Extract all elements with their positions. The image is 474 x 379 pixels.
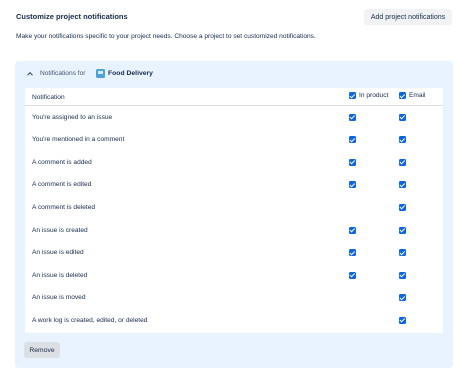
in-product-checkbox[interactable] (349, 136, 356, 144)
notification-label: An issue is created (32, 226, 88, 234)
in-product-checkbox[interactable] (349, 226, 356, 234)
email-checkbox[interactable] (399, 249, 406, 257)
email-checkbox[interactable] (399, 136, 406, 144)
table-header: Notification In product Email (25, 88, 443, 106)
add-project-notifications-button[interactable]: Add project notifications (364, 9, 452, 25)
in-product-checkbox[interactable] (349, 113, 356, 121)
chevron-up-icon[interactable] (26, 70, 34, 78)
notification-label: You're mentioned in a comment (32, 136, 125, 144)
notifications-table: Notification In product Email You're ass… (25, 88, 443, 333)
in-product-checkbox[interactable] (349, 158, 356, 166)
email-checkbox[interactable] (399, 203, 406, 211)
select-all-in-product-checkbox[interactable] (349, 92, 356, 99)
table-row: You're mentioned in a comment (25, 129, 443, 152)
remove-button[interactable]: Remove (24, 342, 60, 358)
table-row: You're assigned to an issue (25, 107, 443, 130)
email-checkbox[interactable] (399, 294, 406, 302)
column-header-in-product-label: In product (359, 92, 389, 99)
notification-label: An issue is edited (32, 249, 84, 257)
project-name: Food Delivery (108, 69, 153, 77)
notifications-for-label: Notifications for (40, 70, 86, 77)
in-product-checkbox[interactable] (349, 181, 356, 189)
table-row: An issue is edited (25, 242, 443, 265)
email-checkbox[interactable] (399, 226, 406, 234)
project-notifications-panel: Notifications for Food Delivery Notifica… (15, 61, 453, 368)
notification-label: An issue is moved (32, 294, 86, 302)
email-checkbox[interactable] (399, 158, 406, 166)
project-board-icon (96, 69, 105, 78)
column-header-in-product: In product (349, 92, 388, 99)
in-product-checkbox[interactable] (349, 249, 356, 257)
notification-label: An issue is deleted (32, 271, 88, 279)
notification-label: You're assigned to an issue (32, 113, 113, 121)
select-all-email-checkbox[interactable] (399, 92, 406, 99)
in-product-checkbox[interactable] (349, 271, 356, 279)
email-checkbox[interactable] (399, 271, 406, 279)
page-description: Make your notifications specific to your… (16, 33, 316, 40)
page-title: Customize project notifications (16, 12, 128, 21)
table-row: An issue is deleted (25, 265, 443, 288)
table-row: A comment is added (25, 152, 443, 175)
table-row: A work log is created, edited, or delete… (25, 310, 443, 333)
email-checkbox[interactable] (399, 316, 406, 324)
column-header-email-label: Email (409, 92, 426, 99)
column-header-notification: Notification (32, 93, 65, 101)
table-row: An issue is moved (25, 287, 443, 310)
notification-label: A comment is added (32, 158, 92, 166)
table-row: A comment is edited (25, 174, 443, 197)
table-row: A comment is deleted (25, 197, 443, 220)
notification-label: A work log is created, edited, or delete… (32, 316, 148, 324)
email-checkbox[interactable] (399, 113, 406, 121)
notification-label: A comment is deleted (32, 203, 96, 211)
table-row: An issue is created (25, 220, 443, 243)
notification-label: A comment is edited (32, 181, 92, 189)
column-header-email: Email (399, 92, 426, 99)
email-checkbox[interactable] (399, 181, 406, 189)
